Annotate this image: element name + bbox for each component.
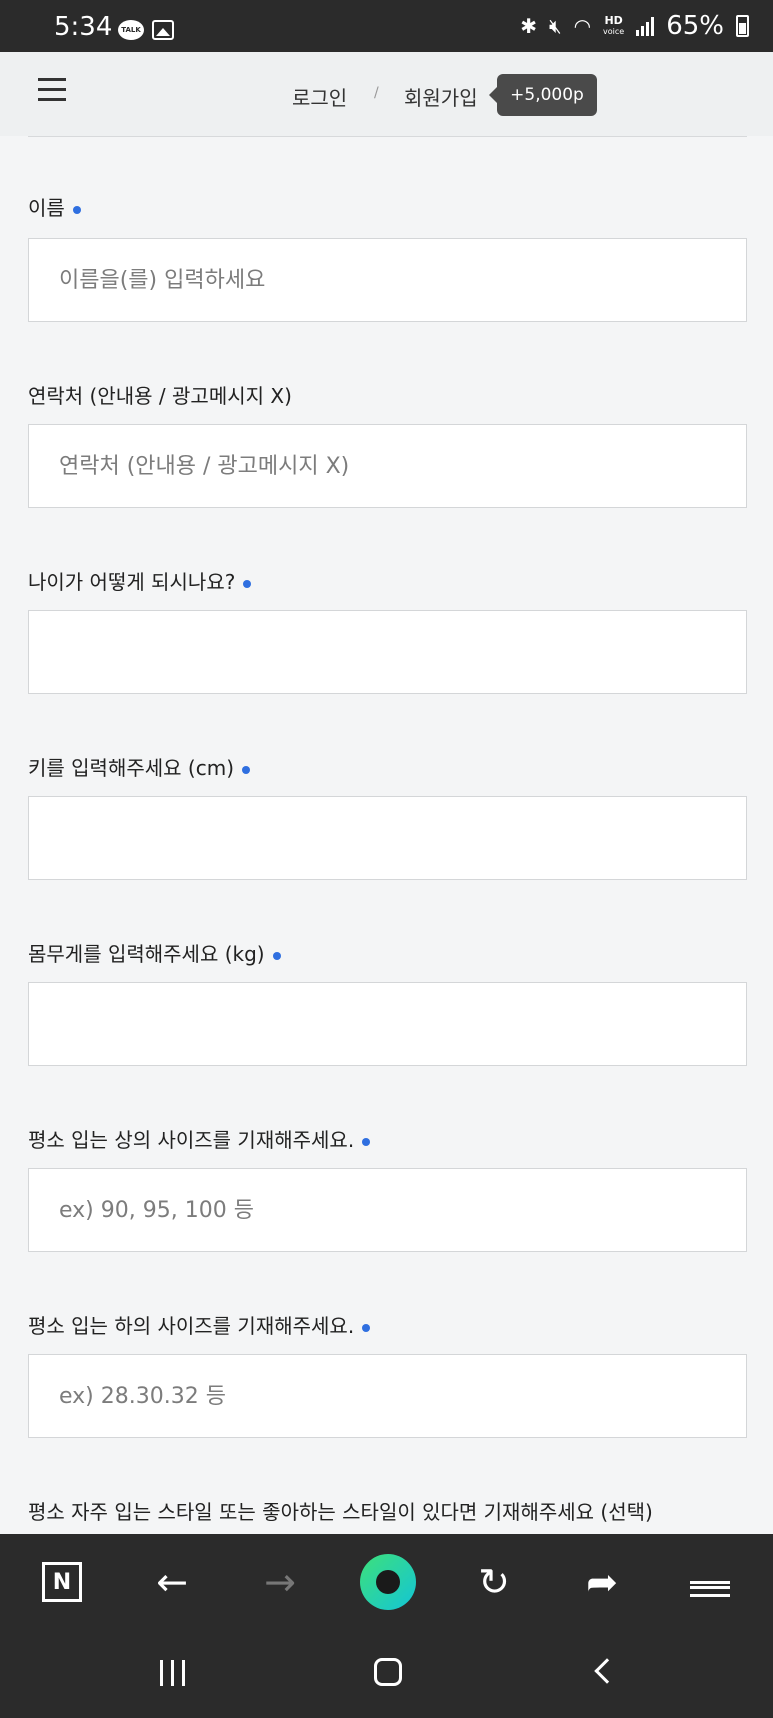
recents-icon[interactable]: [160, 1660, 185, 1686]
system-nav-bar: [0, 1630, 773, 1718]
status-time: 5:34: [54, 12, 113, 42]
green-dot-button[interactable]: [360, 1554, 416, 1610]
contact-input[interactable]: [28, 424, 747, 508]
hd-voice-icon: HD voice: [603, 13, 625, 37]
height-label: 키를 입력해주세요 (cm): [28, 752, 250, 781]
bluetooth-icon: ✱: [520, 14, 537, 38]
naver-home-icon[interactable]: N: [42, 1562, 82, 1602]
top-size-input[interactable]: [28, 1168, 747, 1252]
battery-icon: [736, 15, 749, 37]
status-bar: 5:34 TALK ✱ 🔇︎ ◠ HD voice 65%: [0, 0, 773, 52]
bottom-size-label: 평소 입는 하의 사이즈를 기재해주세요.: [28, 1310, 371, 1339]
status-icons: ✱ 🔇︎ ◠ HD voice 65%: [520, 11, 749, 41]
mute-icon: 🔇︎: [548, 14, 562, 38]
menu-icon[interactable]: [38, 78, 66, 102]
name-input[interactable]: [28, 238, 747, 322]
required-dot: [72, 205, 81, 214]
reload-icon[interactable]: ↻: [472, 1560, 516, 1604]
age-input[interactable]: [28, 610, 747, 694]
login-link[interactable]: 로그인: [292, 82, 347, 111]
site-header: 로그인 / 회원가입 +5,000p: [0, 52, 773, 136]
home-icon[interactable]: [374, 1658, 402, 1686]
voice-label: voice: [603, 26, 625, 36]
weight-input[interactable]: [28, 982, 747, 1066]
signup-points-badge: +5,000p: [489, 74, 597, 116]
bottom-size-label-text: 평소 입는 하의 사이즈를 기재해주세요.: [28, 1314, 355, 1338]
age-label: 나이가 어떻게 되시나요?: [28, 566, 252, 595]
style-label: 평소 자주 입는 스타일 또는 좋아하는 스타일이 있다면 기재해주세요 (선택…: [28, 1500, 653, 1524]
browser-menu-icon[interactable]: [688, 1560, 732, 1604]
contact-label-text: 연락처 (안내용 / 광고메시지 X): [28, 384, 292, 408]
bottom-size-input[interactable]: [28, 1354, 747, 1438]
top-size-label: 평소 입는 상의 사이즈를 기재해주세요.: [28, 1124, 371, 1153]
nav-separator: /: [374, 85, 379, 101]
required-dot: [362, 1323, 371, 1332]
back-icon[interactable]: [594, 1658, 620, 1684]
header-divider: [28, 136, 747, 137]
name-label: 이름: [28, 192, 81, 221]
forward-arrow-icon[interactable]: →: [258, 1560, 302, 1604]
top-size-label-text: 평소 입는 상의 사이즈를 기재해주세요.: [28, 1128, 355, 1152]
share-icon[interactable]: ➦: [580, 1560, 624, 1604]
signup-link[interactable]: 회원가입: [404, 82, 478, 111]
back-arrow-icon[interactable]: ←: [150, 1560, 194, 1604]
hd-label: HD: [604, 13, 623, 27]
kakaotalk-icon: TALK: [118, 20, 144, 40]
required-dot: [242, 765, 250, 774]
contact-label: 연락처 (안내용 / 광고메시지 X): [28, 380, 292, 409]
age-label-text: 나이가 어떻게 되시나요?: [28, 570, 236, 594]
wifi-icon: ◠: [573, 14, 592, 38]
battery-percent: 65%: [666, 11, 724, 41]
height-label-text: 키를 입력해주세요 (cm): [28, 756, 234, 780]
name-label-text: 이름: [28, 196, 65, 220]
required-dot: [243, 579, 252, 588]
weight-label-text: 몸무게를 입력해주세요 (kg): [28, 942, 265, 966]
required-dot: [362, 1137, 371, 1146]
signal-icon: [636, 16, 655, 36]
required-dot: [272, 951, 281, 960]
weight-label: 몸무게를 입력해주세요 (kg): [28, 938, 281, 967]
browser-toolbar: N ← → ↻ ➦: [0, 1534, 773, 1630]
gallery-icon: [152, 20, 174, 40]
height-input[interactable]: [28, 796, 747, 880]
